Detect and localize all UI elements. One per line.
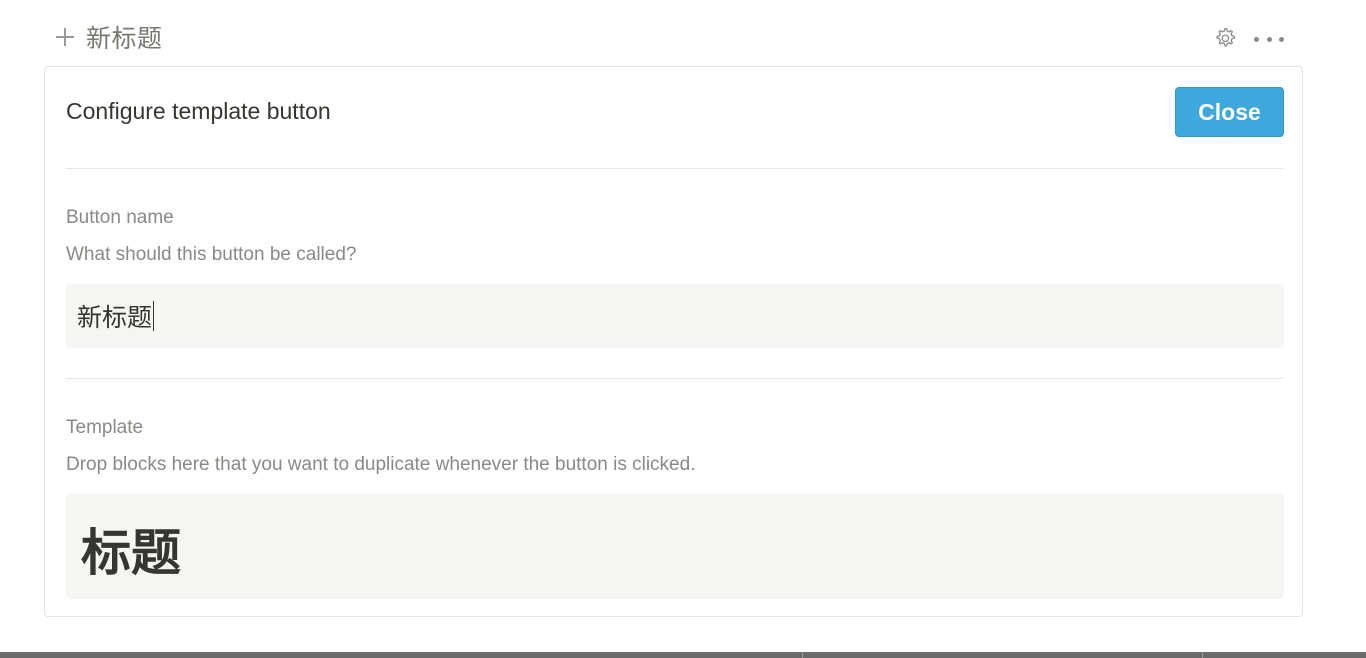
template-help: Drop blocks here that you want to duplic… <box>66 454 696 475</box>
button-name-input[interactable]: 新标题 <box>66 284 1284 348</box>
template-button-label: 新标题 <box>86 24 163 53</box>
template-label: Template <box>66 417 144 438</box>
template-button-bar: 新标题 <box>0 0 1366 66</box>
button-name-help: What should this button be called? <box>66 244 357 265</box>
configure-template-panel: Configure template button Close Button n… <box>44 66 1303 617</box>
button-name-value: 新标题 <box>77 303 153 332</box>
divider <box>66 378 1284 379</box>
template-heading-block[interactable]: 标题 <box>81 513 181 585</box>
button-name-label: Button name <box>66 207 174 228</box>
template-drop-area[interactable]: 标题 <box>66 494 1284 599</box>
plus-icon <box>54 26 76 48</box>
dot <box>1266 36 1272 42</box>
divider <box>1202 652 1203 658</box>
close-button[interactable]: Close <box>1175 87 1284 137</box>
more-horizontal-icon[interactable] <box>1254 34 1284 44</box>
divider <box>66 168 1284 169</box>
dot <box>1279 36 1284 42</box>
panel-title: Configure template button <box>66 98 331 124</box>
divider <box>802 652 803 658</box>
window-bottom-strip <box>0 652 1366 658</box>
template-button-trigger[interactable]: 新标题 <box>54 18 163 56</box>
text-caret <box>153 301 155 331</box>
gear-icon[interactable] <box>1213 26 1237 50</box>
dot <box>1254 36 1259 42</box>
